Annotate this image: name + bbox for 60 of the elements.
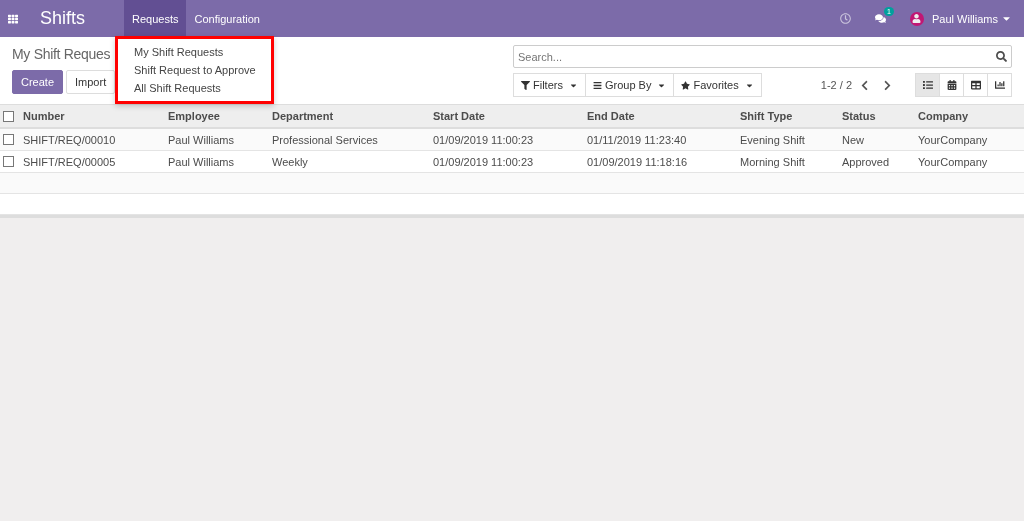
table-cell-text: SHIFT/REQ/00005: [22, 155, 117, 168]
next-page-icon[interactable]: [882, 79, 893, 91]
table-cell-text: Paul Williams: [167, 133, 235, 146]
table-cell-text: Morning Shift: [739, 155, 806, 168]
column-header[interactable]: Department: [267, 110, 428, 122]
table-cell-text: Evening Shift: [739, 133, 806, 146]
dropdown-item[interactable]: Shift Request to Approve: [118, 61, 271, 79]
list-icon: [592, 80, 602, 90]
table-cell-text: 01/09/2019 11:00:23: [432, 155, 535, 168]
graph-icon: [994, 80, 1005, 90]
row-checkbox[interactable]: [3, 156, 14, 167]
filter-icon: [521, 80, 530, 90]
user-menu[interactable]: Paul Williams: [932, 12, 1012, 25]
column-header[interactable]: End Date: [582, 110, 735, 122]
clock-icon[interactable]: [840, 13, 851, 24]
menu-item[interactable]: Configuration: [186, 0, 268, 37]
pivot-icon: [970, 80, 981, 90]
table-cell-text: New: [841, 133, 865, 146]
search-icon[interactable]: [996, 51, 1007, 62]
list-icon: [922, 80, 933, 90]
dropdown-item[interactable]: My Shift Requests: [118, 43, 271, 61]
calendar-icon: [946, 80, 957, 90]
user-avatar: [910, 11, 924, 26]
graph-view-button[interactable]: [987, 73, 1012, 97]
page-title: My Shift Reques: [12, 46, 111, 62]
row-checkbox[interactable]: [3, 134, 14, 145]
table-cell-text: 01/09/2019 11:18:16: [586, 155, 689, 168]
filter-dropdown-button[interactable]: Favorites: [673, 73, 762, 97]
select-all-checkbox[interactable]: [3, 110, 14, 122]
column-header[interactable]: Shift Type: [735, 110, 837, 122]
column-header[interactable]: Status: [837, 110, 913, 122]
app-title: Shifts: [39, 8, 87, 29]
column-header[interactable]: Company: [913, 110, 1024, 122]
chat-icon[interactable]: [875, 13, 886, 24]
filter-dropdown-button[interactable]: Filters: [513, 73, 586, 97]
search-field[interactable]: Search...: [513, 45, 1012, 68]
calendar-view-button[interactable]: [939, 73, 964, 97]
pager-text: 1-2 / 2: [820, 79, 852, 91]
menu-item[interactable]: Requests: [124, 0, 187, 37]
table-cell-text: Professional Services: [271, 133, 379, 146]
filter-dropdown-button[interactable]: Group By: [584, 73, 675, 97]
column-header[interactable]: Number: [18, 110, 163, 122]
column-header[interactable]: Start Date: [428, 110, 582, 122]
table-cell-text: YourCompany: [917, 155, 989, 168]
table-cell-text: SHIFT/REQ/00010: [22, 133, 117, 146]
table-cell-text: 01/11/2019 11:23:40: [586, 133, 688, 146]
pivot-view-button[interactable]: [963, 73, 988, 97]
table-cell-text: Weekly: [271, 155, 309, 168]
table-cell-text: YourCompany: [917, 133, 989, 146]
table-cell-text: Approved: [841, 155, 891, 168]
previous-page-icon[interactable]: [859, 79, 870, 91]
table-cell-text: 01/09/2019 11:00:23: [432, 133, 535, 146]
table-cell-text: Paul Williams: [167, 155, 235, 168]
dropdown-item[interactable]: All Shift Requests: [118, 79, 271, 97]
create-button[interactable]: Create: [12, 70, 64, 94]
list-view-button[interactable]: [915, 73, 940, 97]
star-icon: [681, 80, 691, 90]
apps-grid-icon[interactable]: [8, 13, 18, 24]
import-button[interactable]: Import: [66, 70, 116, 94]
column-header[interactable]: Employee: [163, 110, 267, 122]
